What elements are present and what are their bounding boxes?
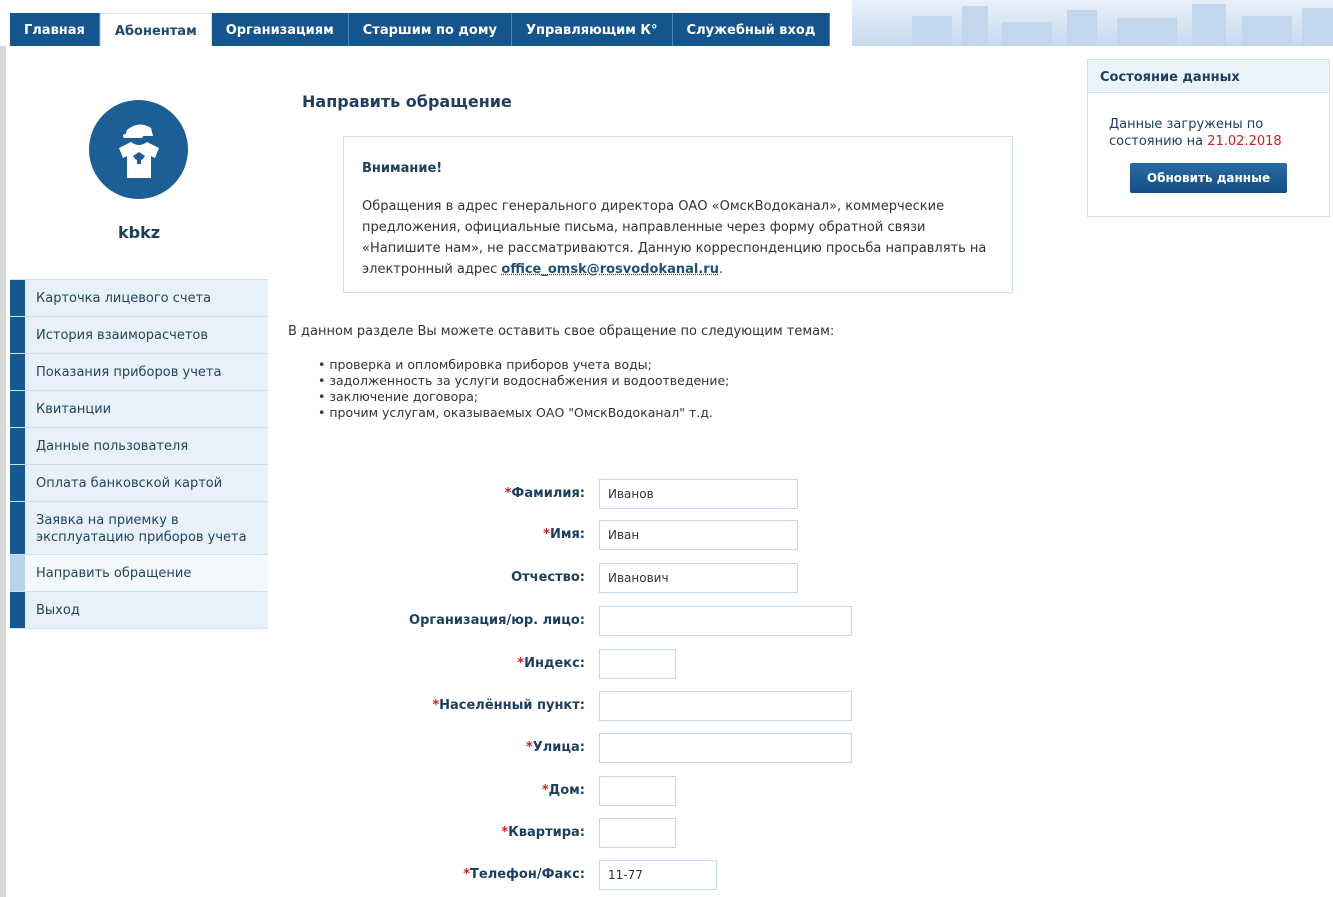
house-label: *Дом: (541, 783, 585, 798)
name-field[interactable] (599, 520, 798, 550)
topics-list: проверка и опломбировка приборов учета в… (318, 357, 729, 421)
form-row-phone: *Телефон/Факс: (300, 860, 860, 890)
surname-label: *Фамилия: (504, 486, 585, 501)
form-row-index: *Индекс: (300, 649, 860, 679)
sidebar-item-logout[interactable]: Выход (10, 592, 268, 629)
sidebar-item-payment-history[interactable]: История взаиморасчетов (10, 317, 268, 354)
organization-field[interactable] (599, 606, 852, 636)
notice-tail: . (718, 262, 724, 277)
data-status-panel: Состояние данных Данные загружены по сос… (1087, 59, 1330, 217)
left-edge-bar (0, 46, 6, 897)
surname-field[interactable] (599, 479, 798, 509)
sidebar-item-meter-acceptance-request[interactable]: Заявка на приемку в эксплуатацию приборо… (10, 502, 268, 555)
patronymic-label: Отчество: (511, 570, 585, 585)
list-item: заключение договора; (318, 389, 729, 405)
sidebar-item-meter-readings[interactable]: Показания приборов учета (10, 354, 268, 391)
index-label: *Индекс: (517, 656, 585, 671)
nav-tab-organizations[interactable]: Организациям (211, 13, 349, 46)
form-row-patronymic: Отчество: (300, 563, 860, 593)
apartment-field[interactable] (599, 818, 676, 848)
form-row-organization: Организация/юр. лицо: (300, 606, 860, 636)
notice-text: Обращения в адрес генерального директора… (362, 196, 994, 280)
locality-label: *Населённый пункт: (432, 698, 585, 713)
list-item: прочим услугам, оказываемых ОАО "ОмскВод… (318, 405, 729, 421)
nav-tab-staff-login[interactable]: Служебный вход (672, 13, 831, 46)
street-label: *Улица: (525, 740, 585, 755)
street-field[interactable] (599, 733, 852, 763)
status-text: Данные загружены по состоянию на 21.02.2… (1109, 117, 1282, 149)
locality-field[interactable] (599, 691, 852, 721)
notice-email-link[interactable]: office_omsk@rosvodokanal.ru (501, 262, 719, 277)
sidebar-item-account-card[interactable]: Карточка лицевого счета (10, 280, 268, 317)
list-item: проверка и опломбировка приборов учета в… (318, 357, 729, 373)
name-label: *Имя: (543, 527, 585, 542)
sidebar-item-send-request[interactable]: Направить обращение (10, 555, 268, 592)
header-city-banner (852, 0, 1333, 46)
phone-field[interactable] (599, 860, 717, 890)
apartment-label: *Квартира: (501, 825, 585, 840)
form-row-surname: *Фамилия: (300, 479, 860, 509)
form-row-street: *Улица: (300, 733, 860, 763)
nav-tab-subscribers[interactable]: Абонентам (99, 13, 212, 46)
nav-tab-home[interactable]: Главная (10, 13, 100, 46)
status-date: 21.02.2018 (1207, 134, 1282, 149)
index-field[interactable] (599, 649, 676, 679)
status-panel-title: Состояние данных (1088, 60, 1329, 93)
house-field[interactable] (599, 776, 676, 806)
phone-label: *Телефон/Факс: (463, 867, 585, 882)
page-title: Направить обращение (302, 92, 512, 111)
sidebar-item-user-data[interactable]: Данные пользователя (10, 428, 268, 465)
refresh-data-button[interactable]: Обновить данные (1130, 163, 1287, 193)
form-row-name: *Имя: (300, 520, 860, 550)
user-profile: kbkz (10, 60, 268, 270)
organization-label: Организация/юр. лицо: (409, 613, 585, 628)
user-tshirt-icon (119, 124, 159, 178)
sidebar-menu: Карточка лицевого счета История взаимора… (10, 279, 268, 629)
form-row-locality: *Населённый пункт: (300, 691, 860, 721)
list-item: задолженность за услуги водоснабжения и … (318, 373, 729, 389)
form-row-apartment: *Квартира: (300, 818, 860, 848)
sidebar-item-card-payment[interactable]: Оплата банковской картой (10, 465, 268, 502)
top-navigation-bar: Главная Абонентам Организациям Старшим п… (0, 0, 1333, 46)
attention-notice: Внимание! Обращения в адрес генерального… (343, 136, 1013, 293)
nav-tab-house-seniors[interactable]: Старшим по дому (348, 13, 512, 46)
avatar (89, 100, 188, 199)
patronymic-field[interactable] (599, 563, 798, 593)
topics-intro: В данном разделе Вы можете оставить свое… (288, 324, 835, 339)
username: kbkz (117, 223, 161, 242)
nav-tab-management-companies[interactable]: Управляющим К° (511, 13, 673, 46)
notice-title: Внимание! (362, 161, 443, 176)
form-row-house: *Дом: (300, 776, 860, 806)
main-nav: Главная Абонентам Организациям Старшим п… (10, 13, 831, 46)
sidebar-item-receipts[interactable]: Квитанции (10, 391, 268, 428)
